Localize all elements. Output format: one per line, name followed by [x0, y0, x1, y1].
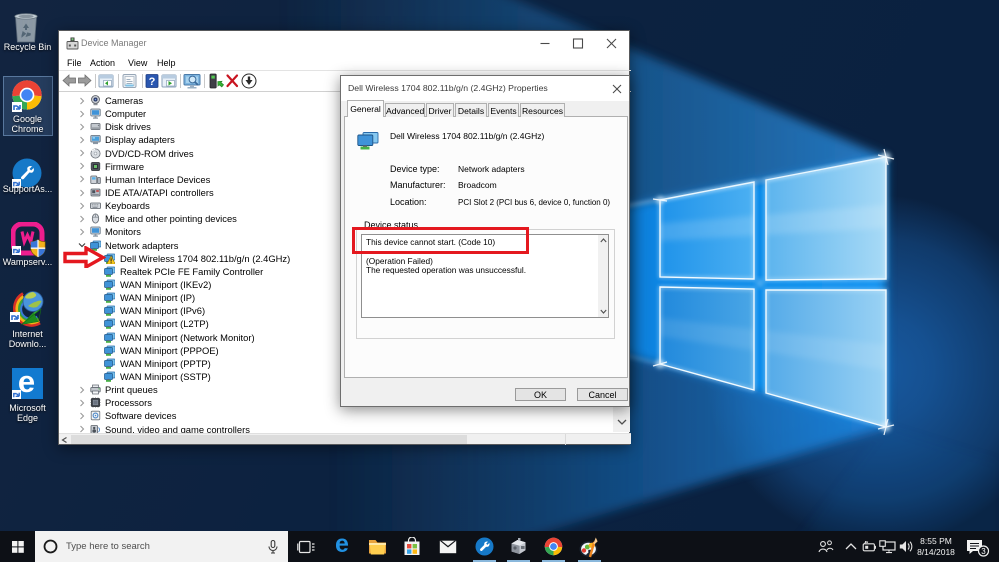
- svg-text:3: 3: [981, 547, 986, 556]
- svg-text:?: ?: [149, 76, 156, 88]
